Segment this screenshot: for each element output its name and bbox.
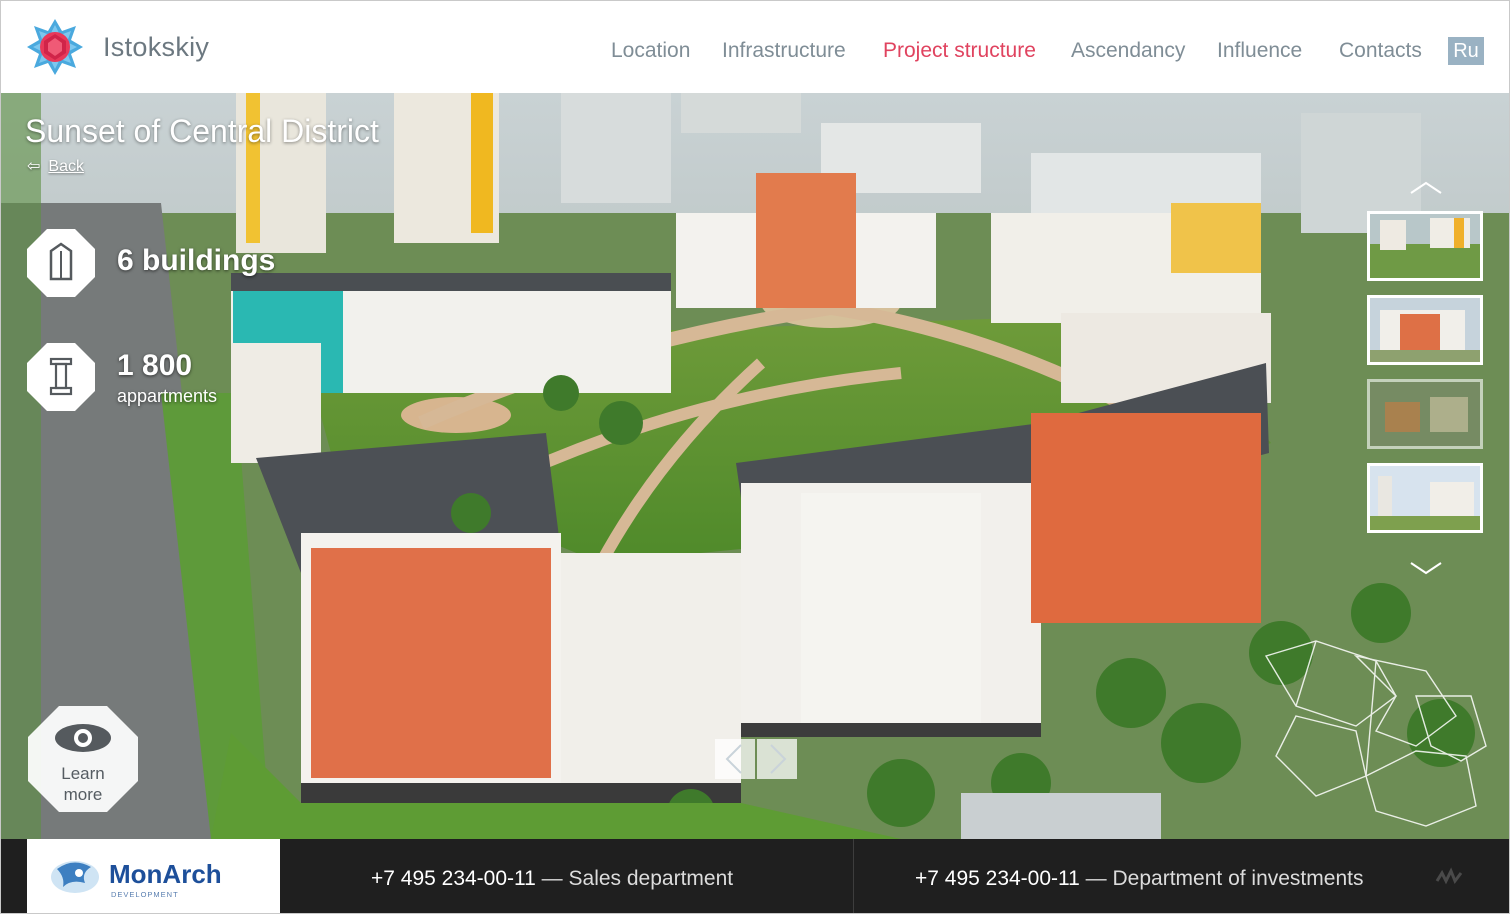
chevron-down-icon[interactable] (1409, 561, 1443, 575)
stat-buildings-value: 6 buildings (117, 244, 276, 277)
next-slide-button[interactable] (757, 739, 797, 779)
chevron-up-icon[interactable] (1409, 181, 1443, 195)
building-icon (27, 229, 95, 297)
chevron-left-icon (725, 744, 742, 774)
column-icon (27, 343, 95, 411)
nav-project-structure[interactable]: Project structure (883, 39, 1036, 63)
svg-text:DEVELOPMENT: DEVELOPMENT (111, 890, 179, 899)
learn-more-label[interactable]: Learn more (27, 763, 139, 805)
investments-contact[interactable]: +7 495 234-00-11 — Department of investm… (915, 867, 1363, 891)
brand-name[interactable]: Istokskiy (103, 32, 209, 63)
nav-location[interactable]: Location (611, 39, 690, 63)
nav-ascendancy[interactable]: Ascendancy (1071, 39, 1185, 63)
back-label: Back (48, 158, 84, 175)
footer-divider (853, 839, 854, 913)
monarch-logo[interactable]: MonArch DEVELOPMENT (27, 839, 280, 913)
learn-more-line1: Learn (61, 764, 105, 783)
nav-contacts[interactable]: Contacts (1339, 39, 1422, 63)
nav-infrastructure[interactable]: Infrastructure (722, 39, 846, 63)
page-frame: Istokskiy Location Infrastructure Projec… (0, 0, 1510, 914)
thumbnail-4[interactable] (1367, 463, 1483, 533)
sales-dept: — Sales department (535, 867, 734, 890)
thumbnail-2-selected[interactable] (1367, 295, 1483, 365)
sales-phone[interactable]: +7 495 234-00-11 (371, 867, 536, 890)
learn-more-line2: more (63, 785, 103, 804)
stat-apartments-value: 1 800 (117, 349, 193, 382)
thumbnail-1[interactable] (1367, 211, 1483, 281)
back-link[interactable]: ⇦ Back (27, 156, 84, 176)
monarch-wordmark: MonArch (109, 859, 222, 889)
site-minimap[interactable] (1256, 636, 1501, 836)
sales-contact[interactable]: +7 495 234-00-11 — Sales department (371, 867, 733, 891)
project-title: Sunset of Central District (25, 113, 379, 149)
top-header: Istokskiy Location Infrastructure Projec… (1, 1, 1509, 93)
investments-dept: — Department of investments (1079, 867, 1364, 890)
chevron-right-icon (770, 744, 787, 774)
language-switch[interactable]: Ru (1448, 37, 1484, 65)
hero-rendering (1, 93, 1509, 839)
stat-apartments-label: appartments (117, 386, 218, 406)
monarch-emblem-icon (51, 861, 99, 893)
developer-mark-icon[interactable] (1431, 859, 1467, 895)
investments-phone[interactable]: +7 495 234-00-11 (915, 867, 1080, 890)
back-arrow-icon: ⇦ (27, 158, 41, 175)
nav-influence[interactable]: Influence (1217, 39, 1302, 63)
geometric-star-icon[interactable] (25, 17, 85, 77)
thumbnail-3[interactable] (1367, 379, 1483, 449)
prev-slide-button[interactable] (715, 739, 755, 779)
eye-icon (55, 724, 111, 752)
